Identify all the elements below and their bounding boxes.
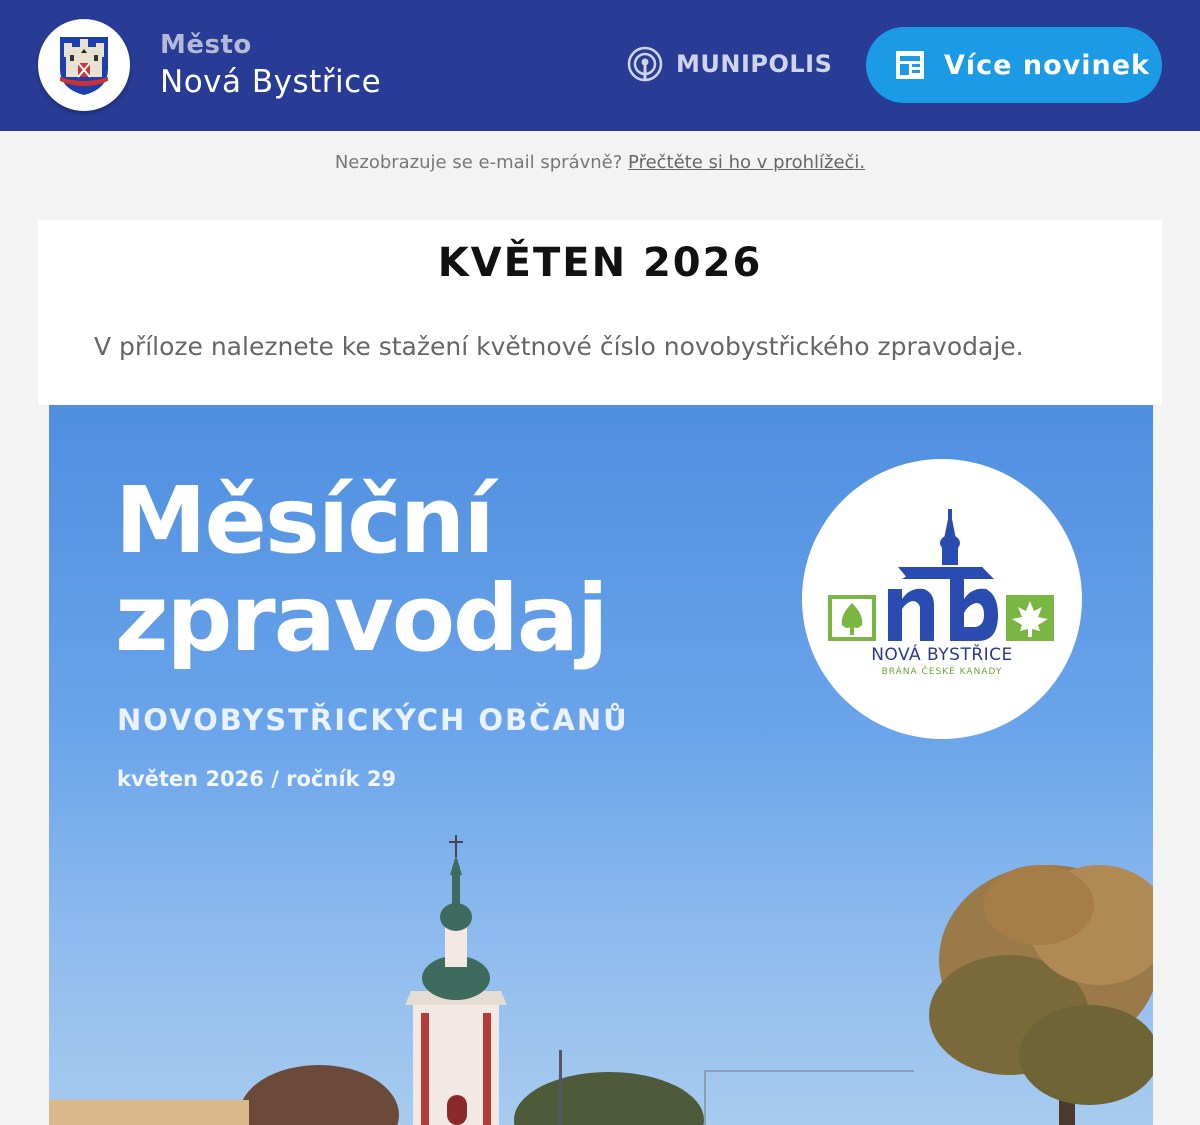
newsletter-cover-image[interactable]: Měsíční zpravodaj NOVOBYSTŘICKÝCH OBČANŮ…	[49, 405, 1153, 1125]
cover-issue: květen 2026 / ročník 29	[117, 767, 397, 791]
city-crest[interactable]	[38, 19, 130, 111]
more-news-button[interactable]: Více novinek	[866, 27, 1162, 103]
cover-title-line2: zpravodaj	[115, 565, 609, 672]
view-in-browser-note: Nezobrazuje se e-mail správně? Přečtěte …	[0, 152, 1200, 173]
article-card: KVĚTEN 2026 V příloze naleznete ke staže…	[38, 220, 1162, 405]
browser-note-text: Nezobrazuje se e-mail správně?	[334, 152, 623, 173]
city-label: Město	[160, 30, 252, 60]
logo-tagline: BRÁNA ČESKÉ KANADY	[881, 667, 1003, 677]
city-name: Nová Bystřice	[160, 64, 382, 100]
logo-city-name: NOVÁ BYSTŘICE	[871, 645, 1013, 665]
nb-logo-icon	[828, 509, 1054, 641]
article-title: KVĚTEN 2026	[437, 240, 763, 286]
city-crest-icon	[60, 37, 108, 95]
newspaper-icon	[896, 51, 924, 79]
brand-name: MUNIPOLIS	[676, 50, 833, 78]
view-in-browser-link[interactable]: Přečtěte si ho v prohlížeči.	[628, 152, 865, 173]
nova-bystrice-logo: NOVÁ BYSTŘICE BRÁNA ČESKÉ KANADY	[802, 459, 1082, 739]
cover-title-line1: Měsíční	[115, 467, 495, 574]
cover-subtitle: NOVOBYSTŘICKÝCH OBČANŮ	[117, 703, 629, 737]
more-news-label: Více novinek	[944, 49, 1150, 81]
email-header: Město Nová Bystřice MUNIPOLIS Více novin…	[0, 0, 1200, 131]
munipolis-brand[interactable]: MUNIPOLIS	[626, 44, 832, 84]
broadcast-icon	[627, 46, 663, 82]
article-body: V příloze naleznete ke stažení květnové …	[94, 332, 1024, 361]
